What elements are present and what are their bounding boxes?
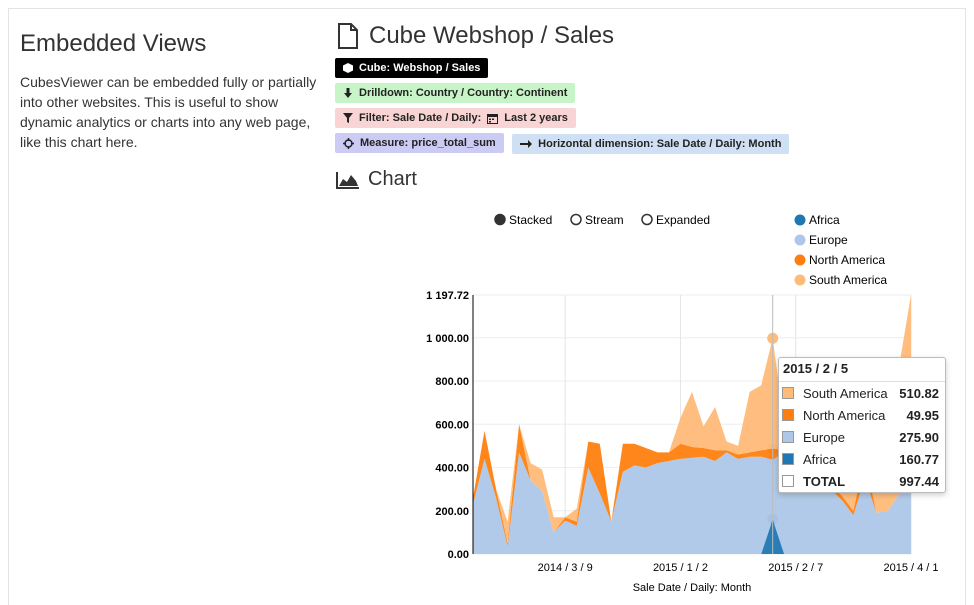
tooltip-series-name: Africa bbox=[803, 451, 837, 467]
tooltip-total-row: TOTAL 997.44 bbox=[779, 470, 945, 492]
tooltip-series-value: 160.77 bbox=[899, 451, 939, 467]
tooltip-row: South America 510.82 bbox=[779, 382, 945, 404]
tooltip-row: Europe 275.90 bbox=[779, 426, 945, 448]
tooltip-series-name: Europe bbox=[803, 429, 845, 445]
mode-radio-stream[interactable] bbox=[570, 213, 582, 226]
mode-label-expanded[interactable]: Expanded bbox=[656, 213, 710, 227]
area-chart: 0.00 200.00 400.00 600.00 800.00 1 000.00 1 19… bbox=[426, 213, 938, 594]
tooltip-swatch bbox=[782, 387, 794, 399]
tooltip-row: North America 49.95 bbox=[779, 404, 945, 426]
tooltip-series-value: 510.82 bbox=[899, 385, 939, 401]
mode-radio-expanded[interactable] bbox=[641, 213, 653, 226]
y-tick-label: 600.00 bbox=[435, 419, 469, 431]
x-tick-label: 2015 / 1 / 2 bbox=[653, 562, 708, 574]
mode-label-stacked[interactable]: Stacked bbox=[509, 213, 552, 227]
legend-swatch[interactable] bbox=[794, 274, 806, 286]
mode-radio-stacked[interactable] bbox=[494, 213, 506, 226]
tooltip-series-value: 275.90 bbox=[899, 429, 939, 445]
legend-label[interactable]: South America bbox=[809, 273, 887, 287]
tooltip-series-name: TOTAL bbox=[803, 473, 846, 489]
tooltip-series-name: North America bbox=[803, 407, 886, 423]
tooltip-swatch bbox=[782, 475, 794, 487]
tooltip-series-name: South America bbox=[803, 385, 888, 401]
x-tick-label: 2015 / 4 / 1 bbox=[883, 562, 938, 574]
tooltip-swatch bbox=[782, 453, 794, 465]
x-tick-label: 2015 / 2 / 7 bbox=[768, 562, 823, 574]
tooltip-title: 2015 / 2 / 5 bbox=[779, 358, 945, 382]
y-tick-label: 400.00 bbox=[435, 463, 469, 475]
y-tick-label: 200.00 bbox=[435, 506, 469, 518]
legend-label[interactable]: North America bbox=[809, 253, 885, 267]
legend-swatch[interactable] bbox=[794, 214, 806, 226]
mode-label-stream[interactable]: Stream bbox=[585, 213, 624, 227]
tooltip-swatch bbox=[782, 431, 794, 443]
tooltip-rows: South America 510.82 North America 49.95 Eur… bbox=[779, 382, 945, 492]
y-tick-label: 1 197.72 bbox=[426, 290, 469, 302]
tooltip-series-value: 997.44 bbox=[899, 473, 939, 489]
tooltip-series-value: 49.95 bbox=[906, 407, 939, 423]
chart-tooltip: 2015 / 2 / 5 South America 510.82 North Am… bbox=[778, 357, 946, 493]
legend-label[interactable]: Europe bbox=[809, 233, 848, 247]
x-axis-label: Sale Date / Daily: Month bbox=[633, 582, 752, 594]
tooltip-swatch bbox=[782, 409, 794, 421]
x-tick-label: 2014 / 3 / 9 bbox=[538, 562, 593, 574]
y-tick-label: 0.00 bbox=[448, 549, 469, 561]
legend-swatch[interactable] bbox=[794, 254, 806, 266]
legend-label[interactable]: Africa bbox=[809, 213, 840, 227]
tooltip-row: Africa 160.77 bbox=[779, 448, 945, 470]
legend-swatch[interactable] bbox=[794, 234, 806, 246]
y-tick-label: 800.00 bbox=[435, 376, 469, 388]
y-tick-label: 1 000.00 bbox=[426, 333, 469, 345]
